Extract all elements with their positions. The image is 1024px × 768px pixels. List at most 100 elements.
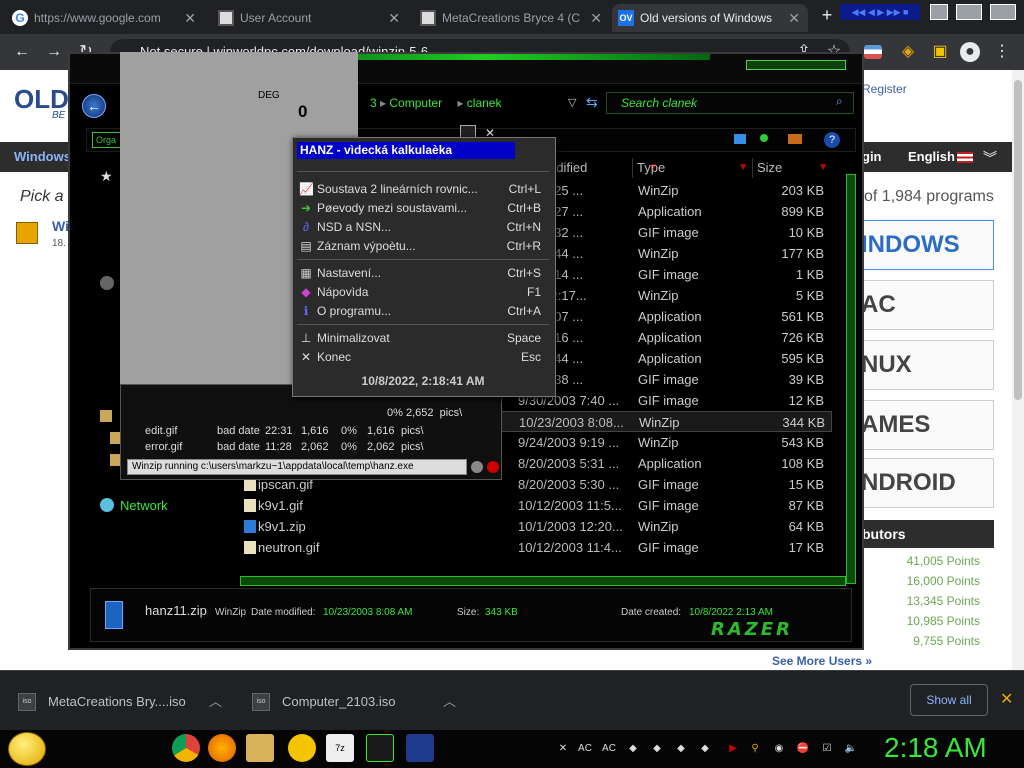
page-scrollbar-thumb[interactable] [1014,80,1022,400]
os-button-linux[interactable]: NUX [850,340,994,390]
column-header-type[interactable]: Type ▼ [632,158,750,178]
tray-ac-icon[interactable]: AC [602,742,616,756]
back-arrow-icon[interactable]: ← [82,94,106,118]
menu-item[interactable]: ▦ Nastavení... Ctrl+S [297,264,549,283]
window-close-icon[interactable] [990,4,1016,20]
os-button-android[interactable]: NDROID [850,458,994,508]
folder-icon[interactable] [100,410,112,422]
profile-avatar-icon[interactable]: ● [960,42,980,62]
menu-kebab-icon[interactable]: ⋮ [992,42,1012,62]
window-minimize-icon[interactable] [930,4,948,20]
homegroup-icon[interactable] [100,276,114,290]
7zip-icon[interactable]: 7z [326,734,354,762]
menu-item[interactable]: ◆ Nápovìda F1 [297,283,549,302]
menu-item[interactable]: ∂ NSD a NSN... Ctrl+N [297,218,549,237]
breadcrumb-item[interactable]: Computer [389,96,442,110]
preview-pane-icon[interactable] [760,134,768,142]
file-explorer-icon[interactable] [246,734,274,762]
tab-old-versions[interactable]: OV Old versions of Windows ✕ [612,4,808,32]
taskbar-clock[interactable]: 2:18 AM [884,732,987,764]
window-maximize-icon[interactable] [956,4,982,20]
winzip-product-icon[interactable] [16,222,38,244]
table-row[interactable]: neutron.gif 10/12/2003 11:4... GIF image 17… [244,537,832,558]
tray-app-icon[interactable]: ◆ [626,742,640,756]
menu-item[interactable]: ✕ Konec Esc [297,348,549,367]
tray-search-icon[interactable]: ⚲ [748,742,762,756]
tray-play-icon[interactable]: ▶ [726,742,740,756]
close-icon[interactable]: ✕ [788,10,800,27]
sidebar-icon[interactable]: ▣ [930,42,950,62]
media-controls[interactable]: ◀◀ ◀ ▶ ▶▶ ■ [840,4,920,20]
tray-ac-icon[interactable]: AC [578,742,592,756]
speaker-icon[interactable]: 🔈 [844,742,858,756]
start-button-smiley-icon[interactable] [8,732,46,766]
os-button-games[interactable]: AMES [850,400,994,450]
download-item[interactable]: iso Computer_2103.iso ︿ [252,691,456,713]
close-icon[interactable]: ✕ [388,10,400,27]
search-input[interactable]: Search clanek [606,92,854,114]
tab-google[interactable]: G https://www.google.com ✕ [6,4,204,32]
search-icon[interactable]: ⌕ [836,94,843,109]
register-link[interactable]: Register [862,82,907,96]
close-icon[interactable]: ✕ [1000,689,1013,709]
refresh-icon[interactable]: ⇆ [586,94,598,111]
nav-windows-link[interactable]: Windows [14,149,71,164]
tab-metacreations[interactable]: MetaCreations Bryce 4 (C ✕ [414,4,610,32]
os-button-windows[interactable]: INDOWS [850,220,994,270]
column-header-size[interactable]: Size ▼ [752,158,830,178]
language-selector[interactable]: English [908,149,955,164]
close-icon[interactable]: ✕ [184,10,196,27]
menu-item[interactable]: ▤ Záznam výpoètu... Ctrl+R [297,237,549,256]
smiley-app-icon[interactable] [288,734,316,762]
winzip-cell: 0% [341,425,357,437]
tray-network-icon[interactable]: ✕ [556,742,570,756]
winzip-row[interactable]: error.gif bad date 11:28 2,062 0% 2,062 pics\ [145,441,424,457]
favorites-star-icon[interactable]: ★ [100,168,113,185]
chevron-down-icon[interactable]: ︾ [983,148,997,168]
extension-icon[interactable]: ◈ [898,42,918,62]
details-pane-icon[interactable] [788,134,802,144]
file-list-horizontal-scrollbar[interactable] [240,576,846,586]
tab-user-account[interactable]: User Account ✕ [212,4,408,32]
tray-app-icon[interactable]: ☑ [820,742,834,756]
back-arrow-icon[interactable]: ← [12,42,32,62]
menu-item[interactable]: ⊥ Minimalizovat Space [297,329,549,348]
chrome-icon[interactable] [172,734,200,762]
chevron-up-icon[interactable]: ︿ [443,691,456,713]
tray-app-icon[interactable]: ◆ [650,742,664,756]
view-options-icon[interactable] [734,134,746,144]
tray-app-icon[interactable]: ◆ [698,742,712,756]
show-all-button[interactable]: Show all [910,684,988,716]
chevron-up-icon[interactable]: ︿ [209,691,222,713]
stop-icon[interactable] [487,461,499,473]
tray-app-icon[interactable]: ⛔ [796,742,810,756]
see-more-users-link[interactable]: See More Users » [772,654,872,668]
winzip-row[interactable]: edit.gif bad date 22:31 1,616 0% 1,616 pics\ [145,425,424,441]
forward-arrow-icon[interactable]: → [44,42,64,62]
menu-item[interactable]: ℹ O programu... Ctrl+A [297,302,549,321]
firefox-icon[interactable] [208,734,236,762]
nav-login-link[interactable]: gin [862,149,882,164]
file-list-vertical-scrollbar[interactable] [846,174,856,584]
extension-flag-icon[interactable] [864,45,882,59]
download-item[interactable]: iso MetaCreations Bry....iso ︿ [18,691,222,713]
tray-app-icon[interactable]: ◉ [772,742,786,756]
razer-window-controls[interactable] [746,60,846,70]
breadcrumb-item[interactable]: 3 [370,96,377,110]
menu-item[interactable]: 📈 Soustava 2 lineárních rovnic... Ctrl+L [297,180,549,199]
winzip-taskbar-button[interactable] [406,734,434,762]
sidebar-item-network[interactable]: Network [120,498,168,513]
new-tab-button[interactable]: + [818,6,836,24]
tray-app-icon[interactable]: ◆ [674,742,688,756]
menu-item[interactable]: ➜ Pøevody mezi soustavami... Ctrl+B [297,199,549,218]
table-row[interactable]: k9v1.gif 10/12/2003 11:5... GIF image 87 KB [244,495,832,516]
explorer-taskbar-button[interactable] [366,734,394,762]
dropdown-arrow-icon[interactable]: ▽ [568,96,576,109]
os-button-mac[interactable]: AC [850,280,994,330]
table-row[interactable]: k9v1.zip 10/1/2003 12:20... WinZip 64 KB [244,516,832,537]
razer-logo: RAZER [711,619,793,640]
breadcrumb-item[interactable]: clanek [467,96,502,110]
help-icon[interactable]: ? [824,132,840,148]
close-icon[interactable]: ✕ [590,10,602,27]
product-title-link[interactable]: Wi [52,218,69,234]
